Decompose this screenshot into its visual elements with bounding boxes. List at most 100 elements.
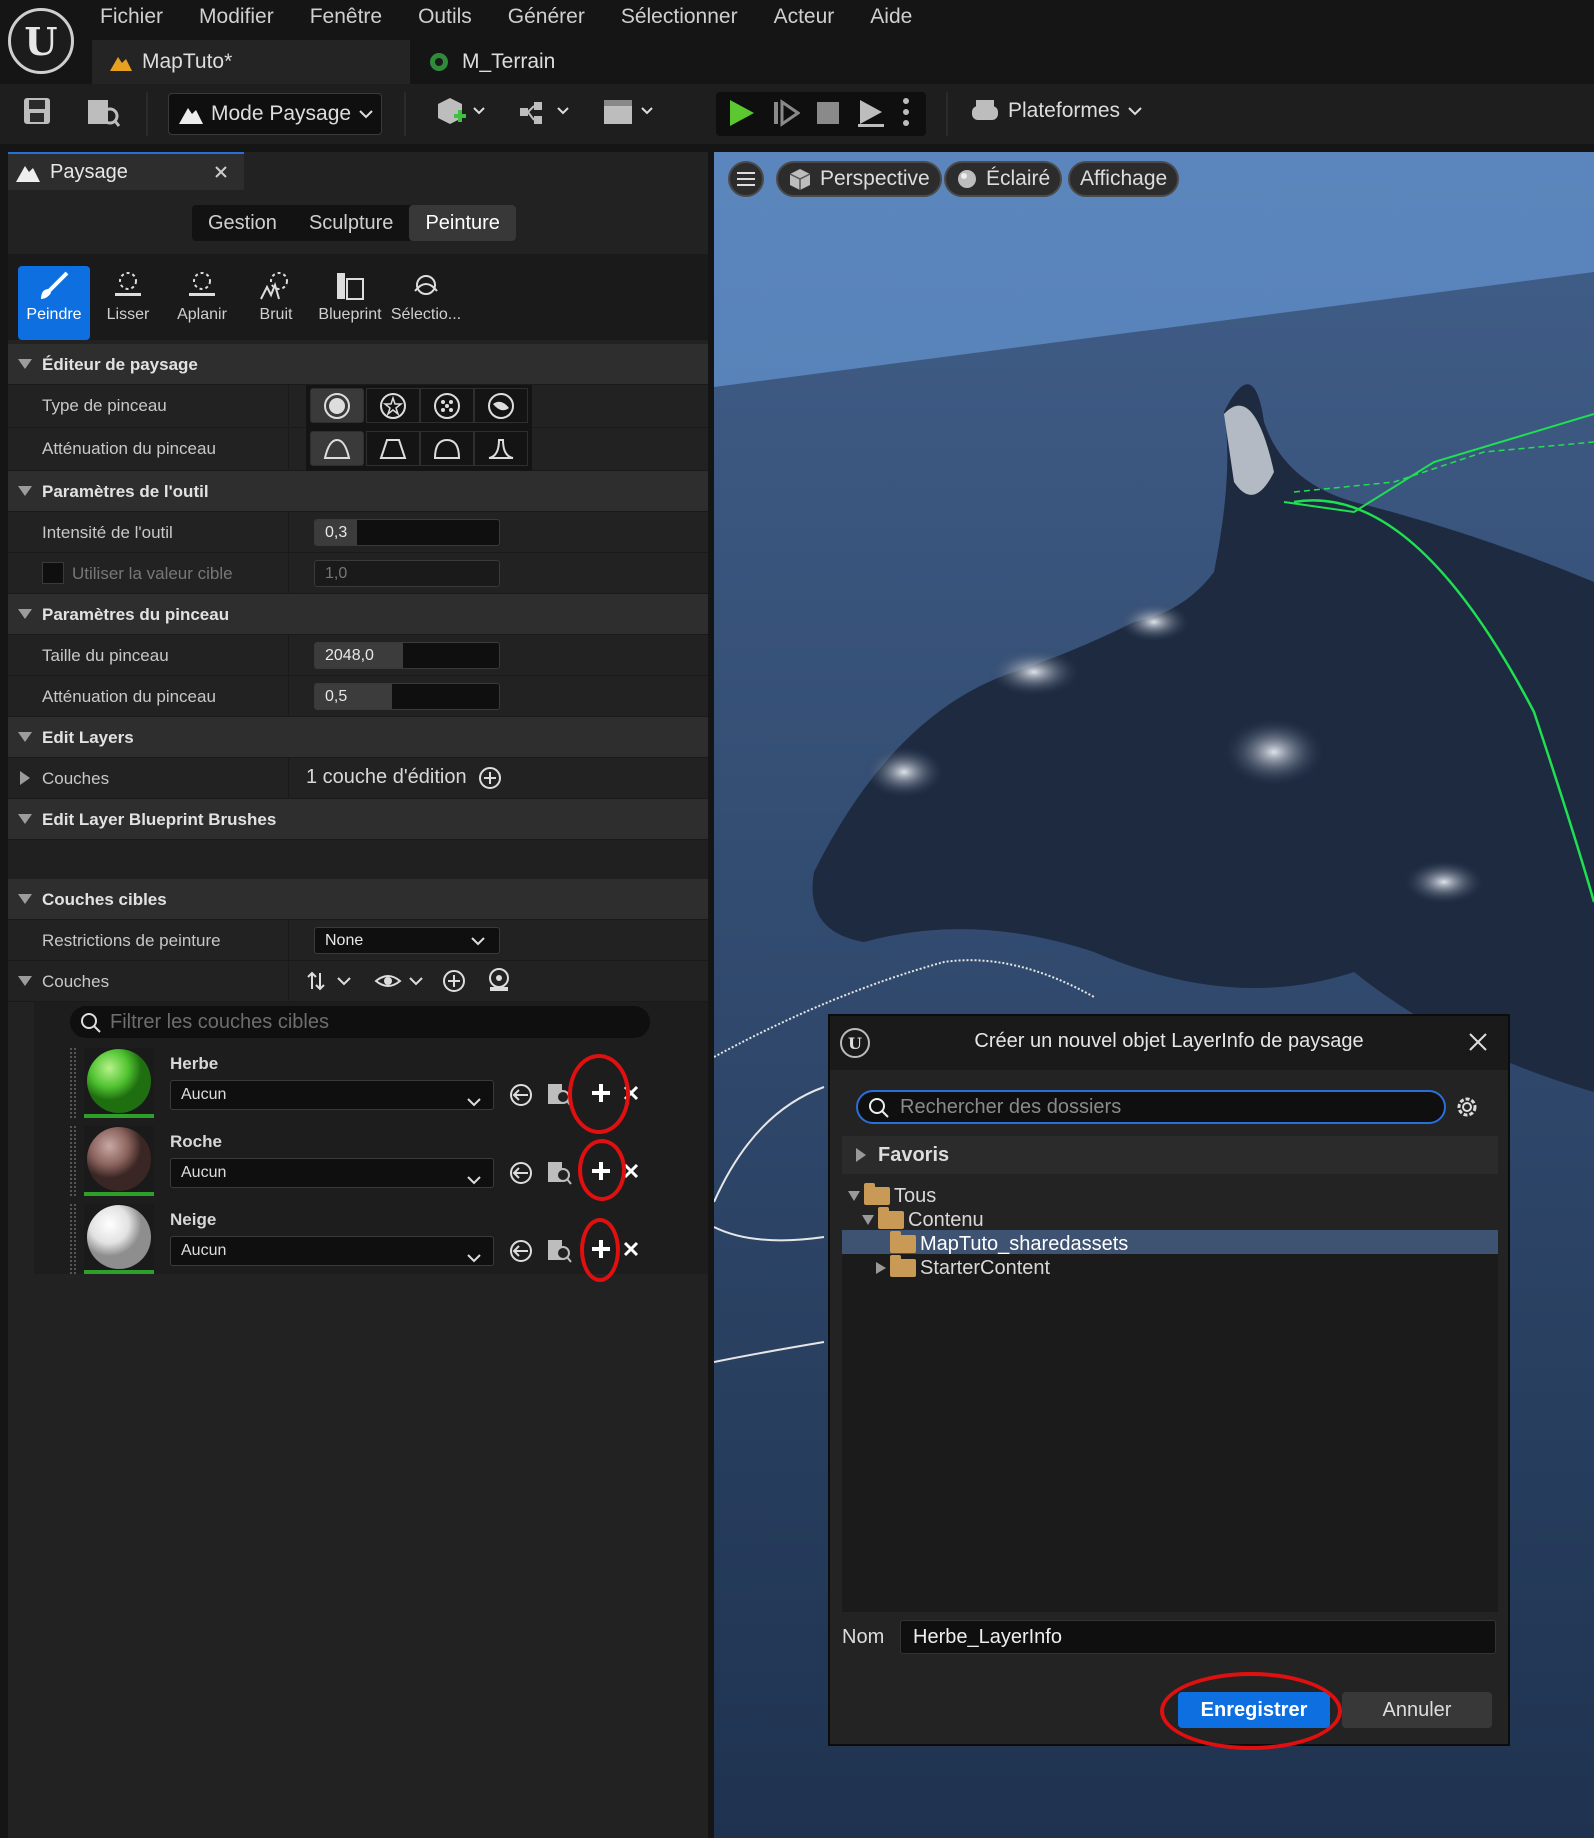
play-button[interactable] bbox=[728, 98, 756, 128]
row-layers[interactable]: Couches 1 couche d'édition bbox=[8, 758, 708, 799]
brush-type-alpha[interactable] bbox=[366, 388, 420, 423]
brush-type-circle[interactable] bbox=[310, 388, 364, 423]
section-target-layers[interactable]: Couches cibles bbox=[8, 879, 708, 920]
tree-item-startercontent[interactable]: StarterContent bbox=[876, 1255, 1050, 1280]
layer-info-dropdown[interactable]: Aucun bbox=[170, 1236, 494, 1266]
add-layer-icon[interactable] bbox=[442, 969, 466, 993]
section-edit-layers[interactable]: Edit Layers bbox=[8, 717, 708, 758]
brush-falloff-input[interactable]: 0,5 bbox=[314, 683, 500, 710]
menu-help[interactable]: Aide bbox=[870, 4, 930, 30]
browse-button[interactable] bbox=[86, 96, 120, 128]
tool-paint[interactable]: Peindre bbox=[18, 266, 90, 340]
dialog-titlebar: U Créer un nouvel objet LayerInfo de pay… bbox=[830, 1016, 1508, 1070]
tab-manage[interactable]: Gestion bbox=[192, 205, 293, 241]
toolbar-separator bbox=[946, 92, 948, 136]
tool-blueprint[interactable]: Blueprint bbox=[314, 266, 386, 340]
browse-asset-icon[interactable] bbox=[546, 1238, 572, 1264]
menu-edit[interactable]: Modifier bbox=[199, 4, 292, 30]
menu-build[interactable]: Générer bbox=[508, 4, 603, 30]
menu-actor[interactable]: Acteur bbox=[774, 4, 853, 30]
folder-search-input[interactable]: Rechercher des dossiers bbox=[856, 1090, 1446, 1124]
tab-sculpt[interactable]: Sculpture bbox=[293, 205, 410, 241]
layer-info-dropdown[interactable]: Aucun bbox=[170, 1158, 494, 1188]
falloff-tip[interactable] bbox=[474, 431, 528, 466]
use-selected-asset-icon[interactable] bbox=[508, 1160, 534, 1186]
sort-icon[interactable] bbox=[306, 969, 356, 993]
menu-file[interactable]: Fichier bbox=[100, 4, 181, 30]
section-brush-params[interactable]: Paramètres du pinceau bbox=[8, 594, 708, 635]
tool-select-label: Sélectio... bbox=[390, 306, 462, 323]
tab-paint[interactable]: Peinture bbox=[409, 205, 516, 241]
use-target-checkbox[interactable] bbox=[42, 562, 64, 584]
delete-icon[interactable] bbox=[622, 1240, 640, 1258]
brush-size-input[interactable]: 2048,0 bbox=[314, 642, 500, 669]
use-selected-asset-icon[interactable] bbox=[508, 1082, 534, 1108]
add-actor-button[interactable] bbox=[434, 96, 486, 128]
target-value: 1,0 bbox=[325, 565, 348, 582]
brush-falloff-value: 0,5 bbox=[325, 688, 348, 705]
paint-restrictions-dropdown[interactable]: None bbox=[314, 927, 500, 954]
menu-window[interactable]: Fenêtre bbox=[310, 4, 400, 30]
falloff-spherical[interactable] bbox=[420, 431, 474, 466]
drag-handle[interactable] bbox=[70, 1126, 76, 1196]
use-selected-asset-icon[interactable] bbox=[508, 1238, 534, 1264]
tab-landscape[interactable]: Paysage bbox=[8, 152, 244, 190]
section-tool-params[interactable]: Paramètres de l'outil bbox=[8, 471, 708, 512]
platforms-button[interactable]: Plateformes bbox=[970, 98, 1142, 124]
tool-select[interactable]: Sélectio... bbox=[386, 266, 466, 340]
section-edit-layer-bp[interactable]: Edit Layer Blueprint Brushes bbox=[8, 799, 708, 840]
browse-asset-icon[interactable] bbox=[546, 1160, 572, 1186]
section-landscape-editor[interactable]: Éditeur de paysage bbox=[8, 344, 708, 385]
tool-strength-input[interactable]: 0,3 bbox=[314, 519, 500, 546]
layer-filter-input[interactable]: Filtrer les couches cibles bbox=[70, 1006, 650, 1038]
tool-smooth[interactable]: Lisser bbox=[92, 266, 164, 340]
cinematics-button[interactable] bbox=[602, 96, 656, 128]
main-menu: Fichier Modifier Fenêtre Outils Générer … bbox=[100, 4, 948, 30]
play-options-button[interactable] bbox=[902, 96, 910, 128]
tree-item-all[interactable]: Tous bbox=[848, 1183, 936, 1208]
row-label: Restrictions de peinture bbox=[42, 931, 221, 950]
lit-button[interactable]: Éclairé bbox=[944, 161, 1063, 197]
visibility-icon[interactable] bbox=[374, 969, 428, 993]
layer-info-dropdown[interactable]: Aucun bbox=[170, 1080, 494, 1110]
menu-select[interactable]: Sélectionner bbox=[621, 4, 756, 30]
gear-icon[interactable] bbox=[1454, 1094, 1480, 1120]
favorites-header[interactable]: Favoris bbox=[842, 1136, 1498, 1174]
add-circle-icon[interactable] bbox=[478, 766, 502, 790]
viewport-menu-button[interactable] bbox=[728, 161, 764, 197]
perspective-button[interactable]: Perspective bbox=[776, 161, 942, 197]
tool-blueprint-label: Blueprint bbox=[318, 306, 382, 323]
brush-type-component[interactable] bbox=[474, 388, 528, 423]
clapperboard-icon bbox=[602, 96, 656, 128]
tab-material[interactable]: M_Terrain bbox=[428, 40, 688, 84]
drag-handle[interactable] bbox=[70, 1204, 76, 1274]
save-button[interactable] bbox=[22, 96, 52, 126]
sphere-icon bbox=[956, 168, 978, 190]
layer-usage-icon[interactable] bbox=[486, 967, 512, 993]
tree-item-content[interactable]: Contenu bbox=[862, 1207, 984, 1232]
tool-flatten[interactable]: Aplanir bbox=[166, 266, 238, 340]
close-icon[interactable] bbox=[1468, 1032, 1488, 1052]
row-label: Atténuation du pinceau bbox=[42, 439, 216, 458]
chevron-down-icon bbox=[1128, 106, 1142, 116]
tree-item-sharedassets[interactable]: MapTuto_sharedassets bbox=[890, 1231, 1128, 1256]
perspective-label: Perspective bbox=[820, 167, 930, 190]
close-icon[interactable] bbox=[214, 165, 228, 179]
drag-handle[interactable] bbox=[70, 1048, 76, 1118]
unreal-logo-icon[interactable]: U bbox=[8, 8, 74, 74]
tab-level[interactable]: MapTuto* bbox=[92, 40, 410, 84]
advance-frame-button[interactable] bbox=[772, 98, 800, 128]
stop-button[interactable] bbox=[814, 98, 842, 128]
brush-type-pattern[interactable] bbox=[420, 388, 474, 423]
cancel-button[interactable]: Annuler bbox=[1342, 1692, 1492, 1728]
name-input[interactable]: Herbe_LayerInfo bbox=[900, 1620, 1496, 1654]
show-button[interactable]: Affichage bbox=[1068, 161, 1180, 197]
menu-tools[interactable]: Outils bbox=[418, 4, 490, 30]
tool-noise[interactable]: Bruit bbox=[240, 266, 312, 340]
falloff-smooth[interactable] bbox=[310, 431, 364, 466]
mode-dropdown[interactable]: Mode Paysage bbox=[168, 93, 382, 135]
eject-button[interactable] bbox=[856, 96, 886, 128]
blueprint-button[interactable] bbox=[518, 96, 572, 128]
falloff-linear[interactable] bbox=[366, 431, 420, 466]
mode-tabs: Gestion Sculpture Peinture bbox=[192, 205, 516, 241]
